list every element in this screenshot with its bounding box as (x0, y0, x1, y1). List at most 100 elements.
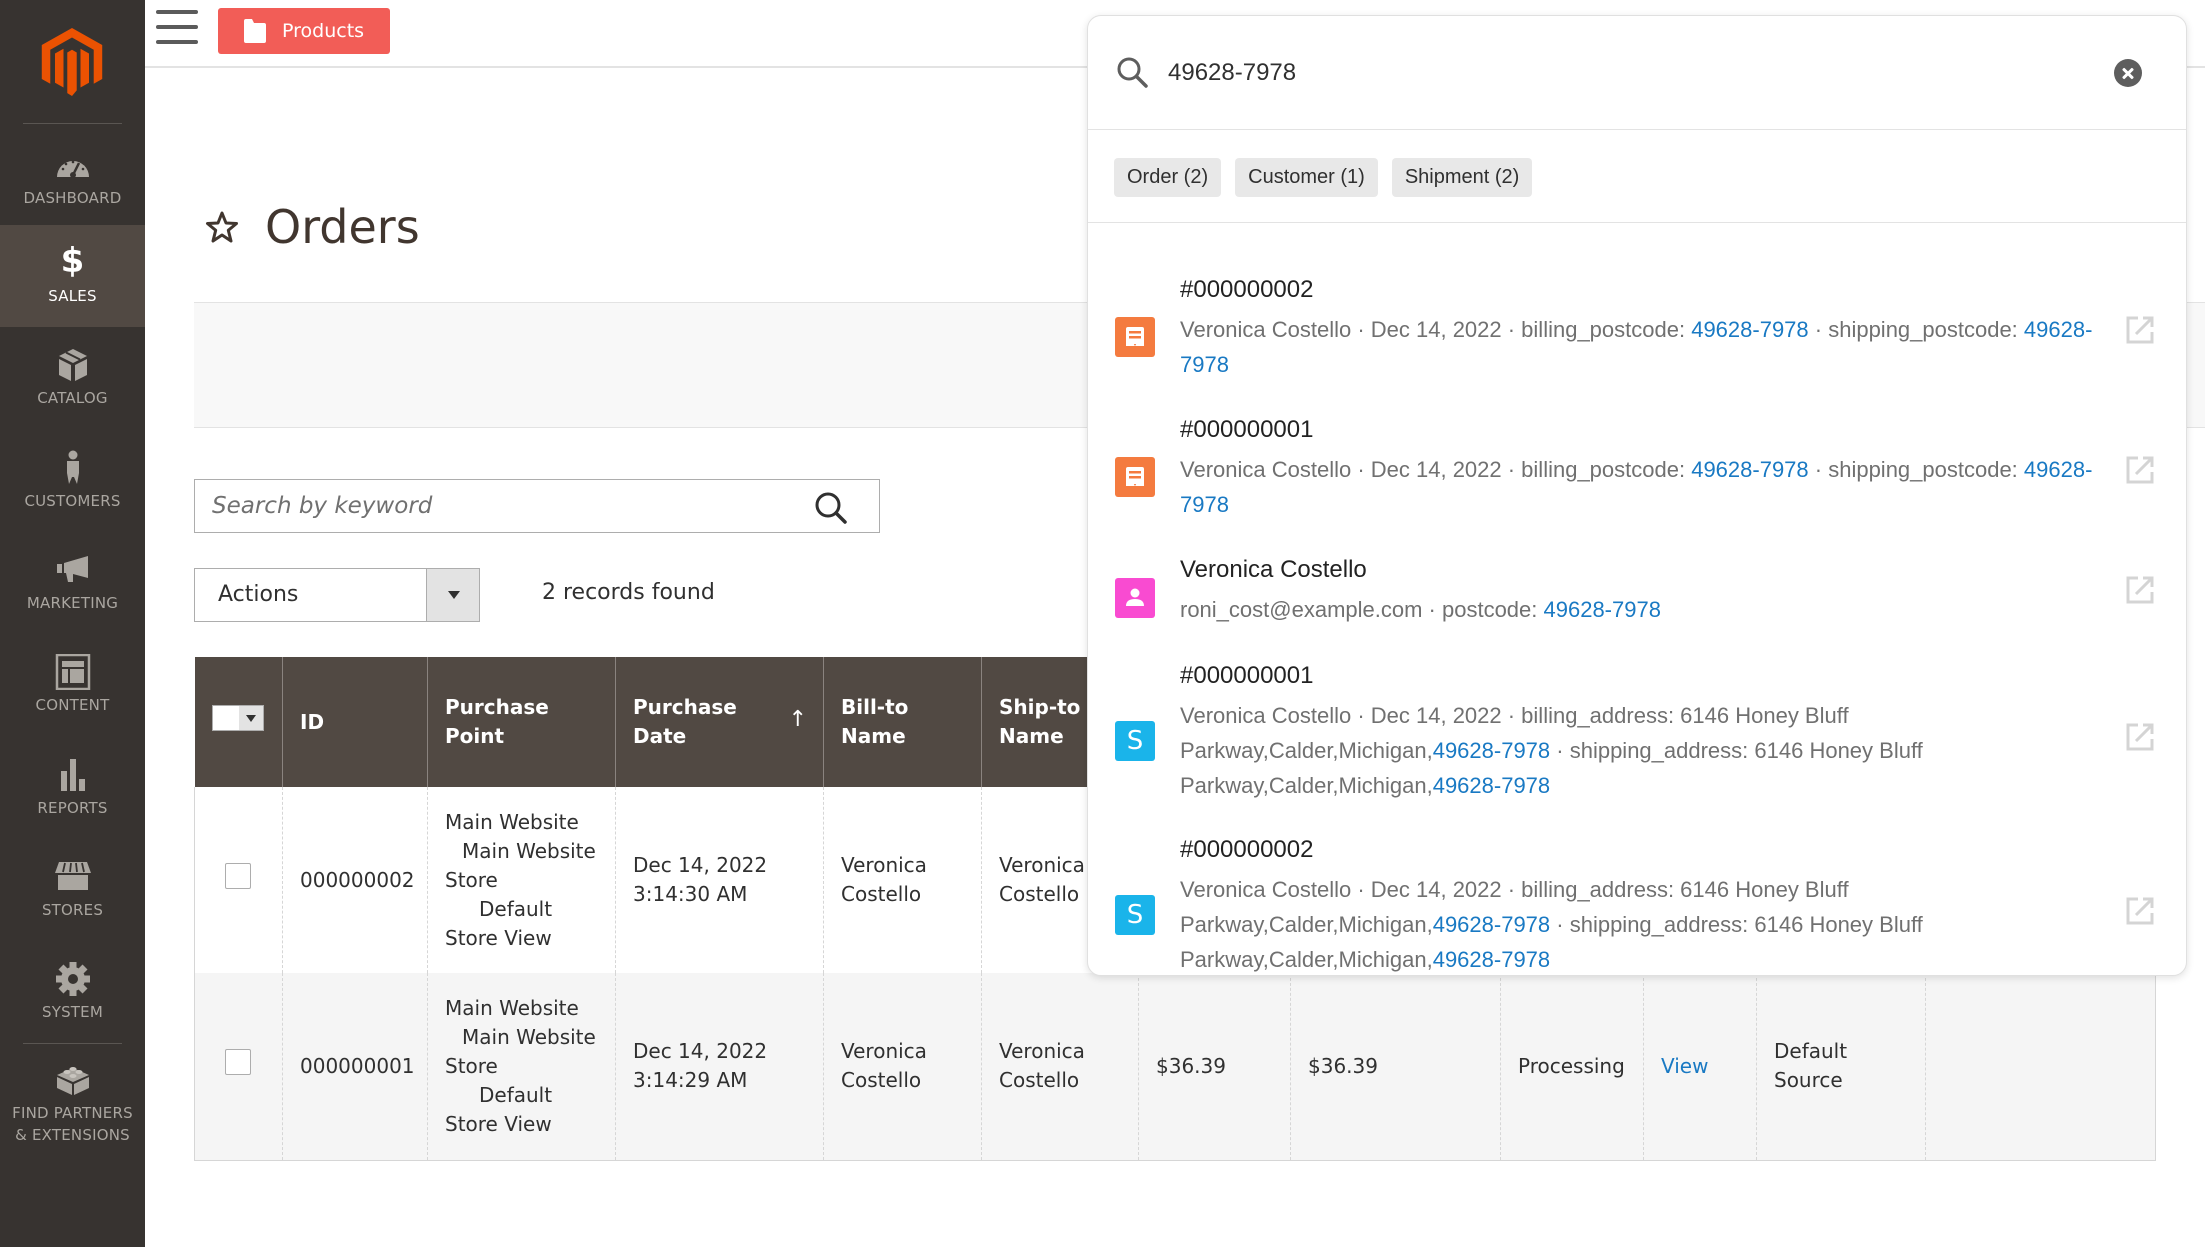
sidebar-item-stores[interactable]: STORES (0, 839, 145, 939)
lego-block-icon (56, 1067, 89, 1095)
external-link-icon[interactable] (2124, 895, 2156, 927)
global-search-input[interactable] (1168, 48, 2068, 98)
time-line: 3:14:30 AM (633, 882, 748, 906)
mass-select-checkbox[interactable] (211, 705, 264, 731)
meta-text: Veronica Costello · Dec 14, 2022 · billi… (1180, 317, 1692, 342)
person-icon (66, 450, 79, 484)
result-meta: Veronica Costello · Dec 14, 2022 · billi… (1180, 312, 2106, 382)
hamburger-line (156, 10, 198, 14)
cell-purchase-point: Main Website Main Website Store Default … (427, 787, 616, 973)
date-line: Dec 14, 2022 (633, 853, 768, 877)
page-title-area: Orders (205, 200, 420, 254)
magento-logo[interactable] (40, 28, 104, 96)
result-meta: Veronica Costello · Dec 14, 2022 · billi… (1180, 698, 2106, 803)
shipment-icon: S (1115, 895, 1155, 935)
menu-toggle-button[interactable] (156, 10, 198, 48)
cell-id: 000000002 (282, 787, 428, 973)
view-order-link[interactable]: View (1661, 1054, 1708, 1078)
row-checkbox[interactable] (225, 1049, 251, 1076)
column-header-label: Purchase (633, 695, 737, 719)
cell-grand-total-base: $36.39 (1138, 973, 1291, 1161)
clear-search-icon[interactable] (2114, 59, 2142, 87)
hamburger-line (156, 40, 198, 44)
purchase-point-line: Main Website (445, 809, 579, 834)
keyword-search-input[interactable] (195, 480, 795, 532)
shipment-icon: S (1115, 721, 1155, 761)
external-link-icon[interactable] (2124, 721, 2156, 753)
purchase-point-line: Store View (445, 1111, 552, 1136)
order-icon (1115, 457, 1155, 497)
table-row[interactable]: 000000001 Main Website Main Website Stor… (194, 973, 2156, 1161)
result-title: #000000002 (1180, 276, 1314, 303)
column-header-purchase-date[interactable]: Purchase Date ↑ (615, 657, 824, 787)
column-header-label: ID (300, 709, 325, 734)
search-result-item[interactable]: S #000000001 Veronica Costello · Dec 14,… (1088, 660, 2186, 803)
cell-purchase-date: Dec 14, 2022 3:14:29 AM (615, 973, 824, 1161)
cell-id: 000000001 (282, 973, 428, 1161)
actions-dropdown-label: Actions (218, 582, 299, 607)
result-meta: Veronica Costello · Dec 14, 2022 · billi… (1180, 452, 2106, 522)
records-count: 2 records found (542, 580, 715, 605)
name-line: Veronica (841, 1039, 927, 1064)
filter-chip-customer[interactable]: Customer (1) (1235, 158, 1378, 197)
sidebar-item-sales[interactable]: $ SALES (0, 225, 145, 327)
column-header-label: Date (633, 724, 687, 748)
meta-highlight: 49628-7978 (1432, 738, 1551, 763)
actions-dropdown[interactable]: Actions (194, 568, 480, 622)
result-title: #000000001 (1180, 662, 1314, 689)
sidebar-item-label: CATALOG (37, 389, 108, 407)
column-header-purchase-point[interactable]: Purchase Point (427, 657, 616, 787)
chevron-down-icon (426, 569, 479, 621)
external-link-icon[interactable] (2124, 574, 2156, 606)
customer-icon (1115, 578, 1155, 618)
cell-bill-to-name: Veronica Costello (823, 787, 982, 973)
column-header-bill-to-name[interactable]: Bill-to Name (823, 657, 982, 787)
purchase-point-line: Store (445, 1053, 498, 1078)
cell-extra (1925, 973, 2156, 1161)
filter-chip-shipment[interactable]: Shipment (2) (1391, 158, 1533, 197)
dollar-icon: $ (60, 241, 85, 281)
meta-highlight: 49628-7978 (1432, 773, 1551, 798)
column-header-id[interactable]: ID (282, 657, 428, 787)
meta-highlight: 49628-7978 (1691, 317, 1809, 342)
purchase-point-line: Default (479, 896, 553, 921)
row-select-cell (194, 787, 283, 973)
sidebar-item-label: REPORTS (37, 799, 108, 817)
sidebar-item-label: MARKETING (26, 594, 119, 612)
meta-highlight: 49628-7978 (1543, 597, 1661, 622)
external-link-icon[interactable] (2124, 314, 2156, 346)
sidebar-item-label: SALES (48, 287, 97, 305)
gear-icon (55, 962, 90, 996)
sidebar-item-content[interactable]: CONTENT (0, 634, 145, 734)
cell-grand-total-purchased: $36.39 (1290, 973, 1501, 1161)
result-meta: roni_cost@example.com · postcode: 49628-… (1180, 592, 2106, 627)
search-result-item[interactable]: S #000000002 Veronica Costello · Dec 14,… (1088, 834, 2186, 975)
column-header-label: Point (445, 724, 505, 748)
sidebar-item-dashboard[interactable]: DASHBOARD (0, 127, 145, 227)
purchase-point-line: Main Website (462, 1024, 596, 1049)
external-link-icon[interactable] (2124, 454, 2156, 486)
column-header-label: Name (999, 724, 1064, 748)
megaphone-icon (56, 556, 88, 582)
meta-highlight: 49628-7978 (1432, 947, 1551, 972)
result-title: Veronica Costello (1180, 556, 1367, 583)
search-result-item[interactable]: #000000002 Veronica Costello · Dec 14, 2… (1088, 274, 2186, 382)
sidebar-item-system[interactable]: SYSTEM (0, 941, 145, 1041)
products-button[interactable]: Products (218, 8, 390, 54)
sidebar-item-customers[interactable]: CUSTOMERS (0, 430, 145, 530)
sidebar-item-catalog[interactable]: CATALOG (0, 327, 145, 427)
star-icon[interactable] (205, 210, 239, 244)
row-checkbox[interactable] (225, 863, 251, 889)
cell-allocated-sources: Default Source (1756, 973, 1926, 1161)
date-line: Dec 14, 2022 (633, 1039, 768, 1064)
sidebar-item-marketing[interactable]: MARKETING (0, 532, 145, 632)
sort-ascending-icon: ↑ (788, 707, 807, 732)
keyword-search-field (194, 479, 880, 533)
search-result-item[interactable]: Veronica Costello roni_cost@example.com … (1088, 554, 2186, 627)
name-line: Veronica (999, 853, 1085, 877)
sidebar-item-reports[interactable]: REPORTS (0, 737, 145, 837)
search-result-item[interactable]: #000000001 Veronica Costello · Dec 14, 2… (1088, 414, 2186, 522)
sidebar-item-find-partners[interactable]: FIND PARTNERS & EXTENSIONS (0, 1050, 145, 1160)
search-icon[interactable] (813, 490, 849, 526)
filter-chip-order[interactable]: Order (2) (1114, 158, 1222, 197)
